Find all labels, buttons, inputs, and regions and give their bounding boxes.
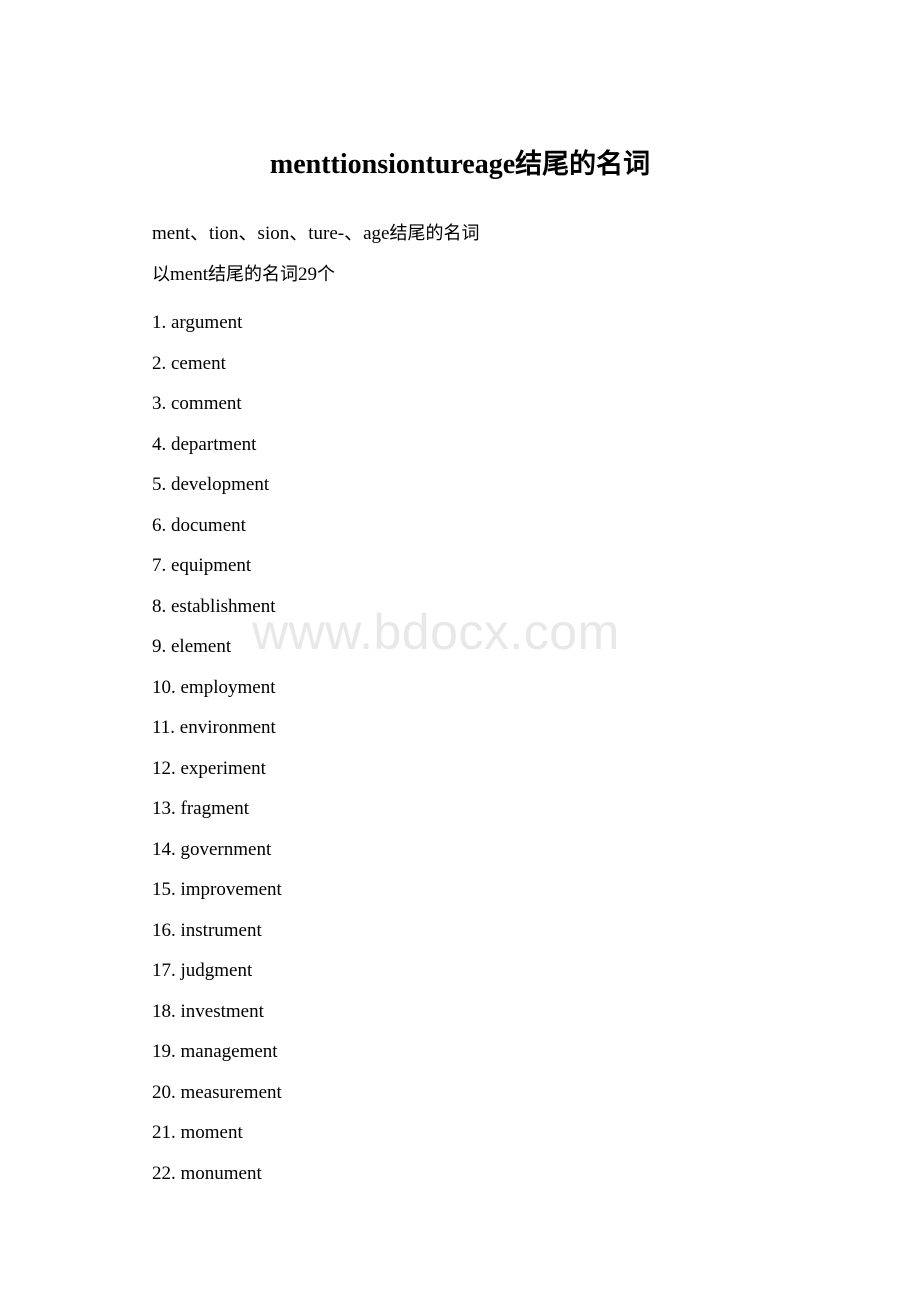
list-item-term: development xyxy=(171,474,270,495)
list-item-number: 18. xyxy=(152,1000,176,1022)
list-item-number: 11. xyxy=(152,717,176,738)
list-item-term: cement xyxy=(171,352,226,374)
list-item-term: comment xyxy=(171,393,242,414)
list-item-number: 20. xyxy=(152,1081,176,1103)
section-heading-middle: 结尾的名词 xyxy=(208,264,298,285)
list-item-term: document xyxy=(171,514,246,536)
list-item: 11. environment xyxy=(152,708,920,749)
list-item-term: department xyxy=(171,433,257,455)
page-title: menttionsiontureage结尾的名词 xyxy=(0,145,920,185)
list-item-number: 15. xyxy=(152,879,176,900)
list-item-number: 10. xyxy=(152,676,176,698)
page-title-latin: menttionsiontureage xyxy=(269,149,516,180)
list-item-number: 17. xyxy=(152,960,176,981)
list-item-number: 5. xyxy=(152,474,167,495)
list-item-number: 21. xyxy=(152,1122,176,1143)
list-item-term: instrument xyxy=(180,919,262,941)
list-item: 22. monument xyxy=(152,1154,920,1195)
list-item-number: 19. xyxy=(152,1041,176,1062)
list-item-term: establishment xyxy=(171,595,276,617)
list-item: 17. judgment xyxy=(152,951,920,992)
list-item-number: 2. xyxy=(152,352,167,374)
list-item-term: equipment xyxy=(171,555,252,576)
list-item-number: 1. xyxy=(152,312,167,333)
list-item-term: element xyxy=(171,636,232,657)
document-page: www.bdocx.com menttionsiontureage结尾的名词 m… xyxy=(0,0,920,1302)
list-item: 14. government xyxy=(152,830,920,871)
list-item-term: judgment xyxy=(180,960,253,981)
list-item: 6. document xyxy=(152,506,920,547)
list-item: 1. argument xyxy=(152,303,920,344)
list-item: 9. element xyxy=(152,627,920,668)
list-item: 10. employment xyxy=(152,668,920,709)
document-content: menttionsiontureage结尾的名词 ment、tion、sion、… xyxy=(0,0,920,1194)
section-heading-suffix: ment xyxy=(170,264,208,285)
list-item: 2. cement xyxy=(152,344,920,385)
list-item-term: investment xyxy=(180,1000,264,1022)
list-item: 7. equipment xyxy=(152,546,920,587)
section-heading-unit: 个 xyxy=(317,264,335,285)
list-item-term: government xyxy=(180,838,272,860)
list-item-number: 7. xyxy=(152,555,167,576)
list-item-term: experiment xyxy=(180,757,266,779)
list-item-number: 22. xyxy=(152,1162,176,1184)
list-item-term: management xyxy=(180,1041,278,1062)
list-item-number: 14. xyxy=(152,838,176,860)
list-item-term: fragment xyxy=(180,798,250,819)
list-item-number: 12. xyxy=(152,757,176,779)
list-item-number: 16. xyxy=(152,919,176,941)
list-item-term: employment xyxy=(180,676,276,698)
section-heading-count: 29 xyxy=(298,264,317,285)
intro-paragraph: ment、tion、sion、ture-、age结尾的名词 xyxy=(0,214,920,254)
list-item: 16. instrument xyxy=(152,911,920,952)
page-title-cn: 结尾的名词 xyxy=(515,149,651,180)
list-item-term: moment xyxy=(180,1122,243,1143)
list-item-number: 13. xyxy=(152,798,176,819)
section-heading: 以ment结尾的名词29个 xyxy=(0,255,920,295)
list-item: 21. moment xyxy=(152,1113,920,1154)
list-item-number: 6. xyxy=(152,514,167,536)
list-item: 12. experiment xyxy=(152,749,920,790)
list-item-term: measurement xyxy=(180,1081,282,1103)
list-item: 15. improvement xyxy=(152,870,920,911)
list-item-number: 9. xyxy=(152,636,167,657)
list-item-term: monument xyxy=(180,1162,262,1184)
section-heading-prefix: 以 xyxy=(152,264,170,285)
list-item-number: 8. xyxy=(152,595,167,617)
intro-paragraph-cn: 结尾的名词 xyxy=(389,223,480,244)
list-item-term: improvement xyxy=(180,879,282,900)
list-item-number: 3. xyxy=(152,393,167,414)
list-item-number: 4. xyxy=(152,433,167,455)
list-item: 18. investment xyxy=(152,992,920,1033)
list-item: 20. measurement xyxy=(152,1073,920,1114)
intro-suffix-list: ment、tion、sion、ture-、age xyxy=(152,223,390,244)
list-item: 5. development xyxy=(152,465,920,506)
list-item: 13. fragment xyxy=(152,789,920,830)
list-item: 3. comment xyxy=(152,384,920,425)
list-item-term: argument xyxy=(171,312,243,333)
list-item: 19. management xyxy=(152,1032,920,1073)
list-item: 4. department xyxy=(152,425,920,466)
word-list: 1. argument 2. cement 3. comment 4. depa… xyxy=(0,303,920,1194)
list-item: 8. establishment xyxy=(152,587,920,628)
list-item-term: environment xyxy=(179,717,276,738)
